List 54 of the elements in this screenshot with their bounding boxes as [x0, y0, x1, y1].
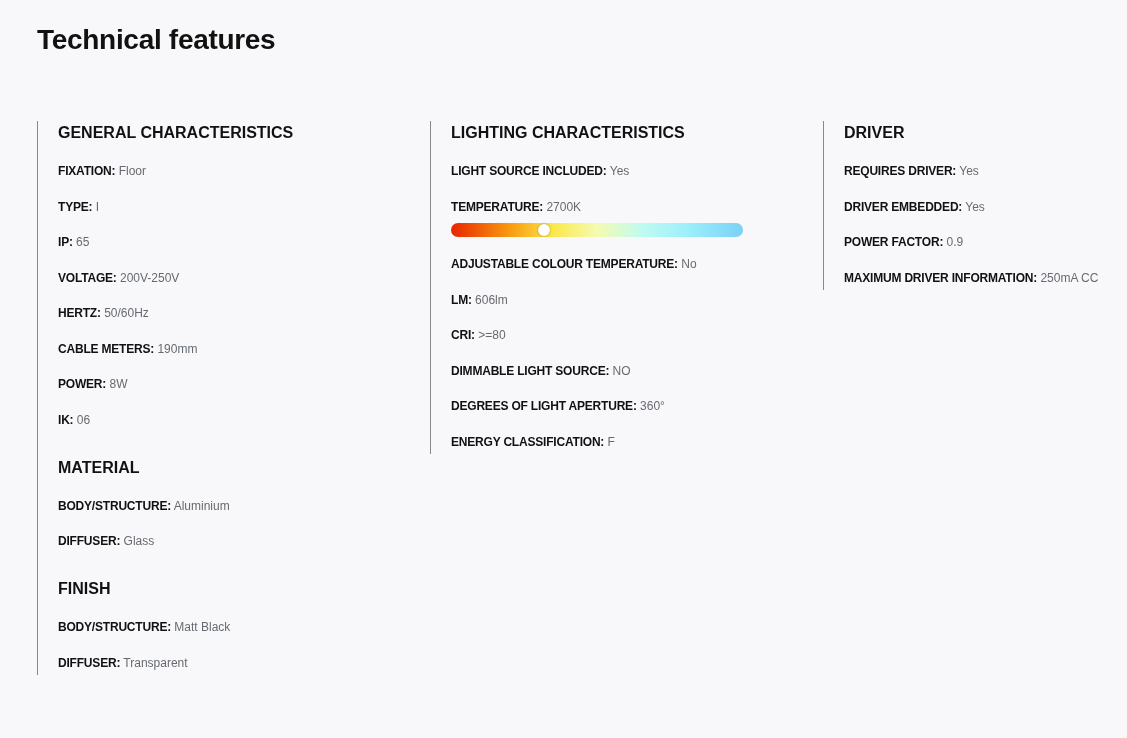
spec-value: I: [95, 199, 100, 214]
spec-value: 190mm: [157, 341, 198, 356]
spec-value: 8W: [109, 377, 128, 391]
spec-label: IP:: [58, 235, 73, 249]
spec-label: DIMMABLE LIGHT SOURCE:: [451, 363, 610, 378]
spec-value: Glass: [123, 534, 155, 548]
spec-label: DEGREES OF LIGHT APERTURE:: [451, 399, 637, 413]
spec-label: LIGHT SOURCE INCLUDED:: [451, 164, 607, 178]
spec-value: 0.9: [946, 235, 964, 249]
spec-value: Transparent: [123, 655, 188, 670]
page-title: Technical features: [37, 23, 277, 57]
spec-value: 200V-250V: [119, 270, 180, 285]
spec-label: HERTZ:: [58, 306, 101, 320]
spec-label: DIFFUSER:: [58, 655, 121, 670]
spec-label: BODY/STRUCTURE:: [58, 620, 171, 634]
spec-label: ENERGY CLASSIFICATION:: [451, 434, 605, 449]
section-heading: FINISH: [58, 579, 112, 599]
spec-value: NO: [612, 363, 631, 378]
spec-value: Matt Black: [174, 620, 231, 634]
spec-value: 250mA CC: [1040, 270, 1099, 285]
section-heading: GENERAL CHARACTERISTICS: [58, 123, 295, 143]
spec-value: 606lm: [475, 292, 508, 307]
spec-value: 2700K: [546, 199, 582, 214]
spec-value: Floor: [118, 164, 146, 178]
spec-label: ADJUSTABLE COLOUR TEMPERATURE:: [451, 257, 678, 271]
spec-label: CRI:: [451, 328, 475, 342]
spec-label: BODY/STRUCTURE:: [58, 498, 171, 513]
spec-value: Yes: [609, 164, 630, 178]
spec-label: POWER:: [58, 377, 107, 391]
spec-label: REQUIRES DRIVER:: [844, 164, 957, 178]
spec-label: MAXIMUM DRIVER INFORMATION:: [844, 270, 1038, 285]
section-heading: MATERIAL: [58, 457, 141, 478]
spec-value: Yes: [965, 199, 985, 214]
spec-label: CABLE METERS:: [58, 341, 155, 356]
spec-value: No: [681, 257, 697, 271]
spec-value: 06: [76, 412, 91, 427]
spec-value: Aluminium: [173, 498, 230, 513]
spec-value: 65: [76, 235, 90, 249]
spec-value: F: [607, 434, 615, 449]
spec-label: DRIVER EMBEDDED:: [844, 199, 963, 214]
section-heading: DRIVER: [844, 123, 906, 143]
spec-label: FIXATION:: [58, 164, 116, 178]
spec-value: 360°: [640, 399, 665, 413]
spec-label: DIFFUSER:: [58, 534, 121, 548]
spec-label: IK:: [58, 412, 74, 427]
spec-value: >=80: [478, 328, 506, 342]
spec-value: Yes: [959, 164, 979, 178]
section-heading: LIGHTING CHARACTERISTICS: [451, 123, 686, 143]
spec-label: VOLTAGE:: [58, 270, 117, 285]
spec-value: 50/60Hz: [104, 306, 149, 320]
spec-label: TEMPERATURE:: [451, 199, 544, 214]
spec-label: TYPE:: [58, 199, 93, 214]
spec-label: POWER FACTOR:: [844, 235, 944, 249]
spec-label: LM:: [451, 292, 472, 307]
